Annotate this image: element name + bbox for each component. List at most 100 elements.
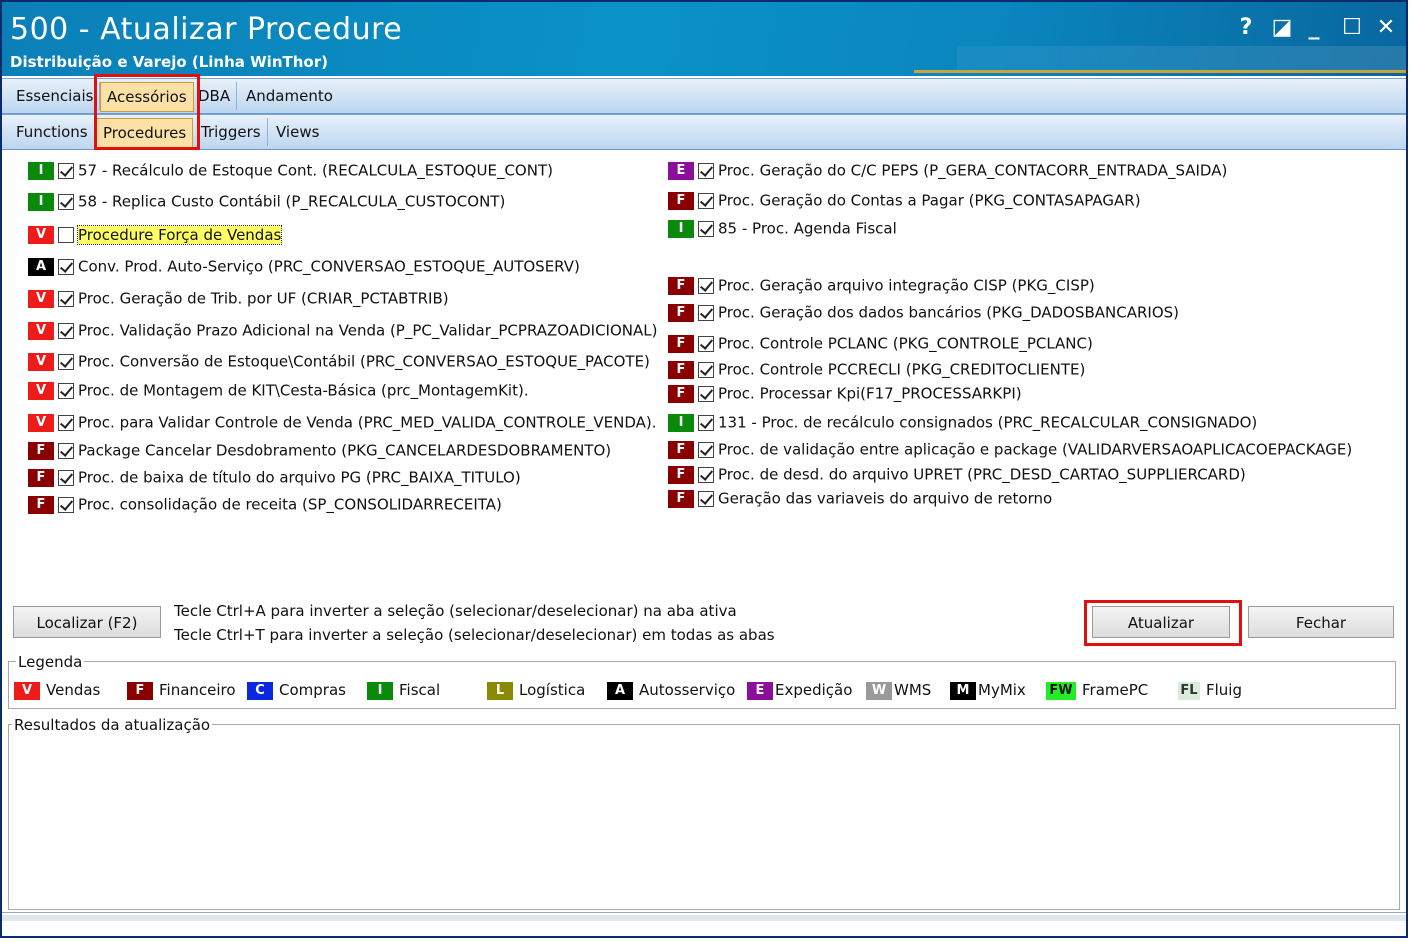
checkbox[interactable] (698, 385, 714, 402)
list-item[interactable]: F Proc. Geração arquivo integração CISP (… (668, 273, 1095, 297)
tab-acessorios[interactable]: Acessórios (100, 82, 194, 112)
legend-label: MyMix (978, 681, 1026, 699)
checkbox[interactable] (698, 414, 714, 431)
badge-financeiro: F (668, 191, 694, 210)
checkbox[interactable] (58, 193, 74, 210)
maximize-icon[interactable]: ☐ (1338, 14, 1366, 42)
checkbox[interactable] (698, 277, 714, 294)
legend-item: M MyMix (950, 679, 1026, 701)
list-item[interactable]: V Proc. Validação Prazo Adicional na Vend… (28, 318, 657, 342)
checkbox[interactable] (698, 490, 714, 507)
window-title: 500 - Atualizar Procedure (10, 12, 403, 47)
item-label: Proc. Geração do Contas a Pagar (PKG_CON… (718, 191, 1141, 210)
checkbox[interactable] (58, 382, 74, 399)
title-bar: 500 - Atualizar Procedure Distribuição e… (2, 2, 1406, 76)
list-item[interactable]: F Proc. de validação entre aplicação e pa… (668, 437, 1352, 461)
checkbox[interactable] (698, 335, 714, 352)
fechar-button[interactable]: Fechar (1248, 606, 1394, 638)
list-item[interactable]: I 85 - Proc. Agenda Fiscal (668, 216, 897, 240)
item-label: Conv. Prod. Auto-Serviço (PRC_CONVERSAO_… (78, 257, 580, 276)
list-item[interactable]: V Proc. Conversão de Estoque\Contábil (PR… (28, 349, 650, 373)
checkbox[interactable] (698, 361, 714, 378)
tab-triggers[interactable]: Triggers (195, 118, 268, 146)
list-item[interactable]: E Proc. Geração do C/C PEPS (P_GERA_CONTA… (668, 158, 1227, 182)
list-item[interactable]: V Proc. para Validar Controle de Venda (P… (28, 410, 657, 434)
checkbox[interactable] (58, 353, 74, 370)
atualizar-button[interactable]: Atualizar (1092, 606, 1230, 638)
localizar-button[interactable]: Localizar (F2) (13, 606, 161, 638)
close-icon[interactable]: ✕ (1372, 14, 1400, 42)
legend-label: FramePC (1082, 681, 1149, 699)
checkbox[interactable] (698, 441, 714, 458)
list-item[interactable]: F Proc. Geração dos dados bancários (PKG_… (668, 300, 1179, 324)
list-item[interactable]: F Proc. consolidação de receita (SP_CONSO… (28, 492, 502, 516)
list-item[interactable]: V Procedure Força de Vendas (28, 222, 283, 246)
badge-financeiro: F (668, 384, 694, 403)
checkbox[interactable] (698, 304, 714, 321)
checkbox[interactable] (698, 466, 714, 483)
badge-vendas: V (28, 225, 54, 244)
item-label: Proc. de validação entre aplicação e pac… (718, 440, 1353, 459)
list-item[interactable]: F Package Cancelar Desdobramento (PKG_CAN… (28, 438, 611, 462)
list-item[interactable]: F Proc. Controle PCCRECLI (PKG_CREDITOCLI… (668, 357, 1085, 381)
window-subtitle: Distribuição e Varejo (Linha WinThor) (10, 53, 328, 71)
legend-label: Financeiro (159, 681, 236, 699)
item-label: 131 - Proc. de recálculo consignados (PR… (718, 413, 1258, 432)
list-item[interactable]: V Proc. de Montagem de KIT\Cesta-Básica (… (28, 378, 529, 402)
list-item[interactable]: I 131 - Proc. de recálculo consignados (P… (668, 410, 1257, 434)
list-item[interactable]: I 57 - Recálculo de Estoque Cont. (RECALC… (28, 158, 553, 182)
hint-ctrl-t: Tecle Ctrl+T para inverter a seleção (se… (174, 626, 775, 644)
list-item[interactable]: F Proc. Controle PCLANC (PKG_CONTROLE_PCL… (668, 331, 1093, 355)
checkbox[interactable] (58, 290, 74, 307)
badge-financeiro: F (668, 440, 694, 459)
checkbox[interactable] (58, 496, 74, 513)
legend-item: L Logística (487, 679, 585, 701)
item-label: Proc. Geração dos dados bancários (PKG_D… (718, 303, 1180, 322)
tab-functions[interactable]: Functions (10, 118, 95, 146)
list-item[interactable]: F Proc. Processar Kpi(F17_PROCESSARKPI) (668, 381, 1022, 405)
checkbox[interactable] (698, 192, 714, 209)
legend-badge-icon: E (747, 681, 773, 700)
checkbox[interactable] (58, 322, 74, 339)
item-label: Proc. Conversão de Estoque\Contábil (PRC… (78, 352, 650, 371)
checkbox[interactable] (58, 442, 74, 459)
item-label: 58 - Replica Custo Contábil (P_RECALCULA… (78, 192, 506, 211)
minimize-icon[interactable]: _ (1300, 14, 1328, 42)
checkbox[interactable] (58, 162, 74, 179)
checkbox[interactable] (58, 414, 74, 431)
checkbox[interactable] (58, 226, 74, 243)
list-item[interactable]: I 58 - Replica Custo Contábil (P_RECALCUL… (28, 189, 505, 213)
tab-andamento[interactable]: Andamento (240, 82, 339, 110)
legend-label: WMS (894, 681, 932, 699)
legend-badge-icon: L (487, 681, 513, 700)
results-textarea[interactable] (8, 724, 1400, 910)
list-item[interactable]: F Geração das variaveis do arquivo de ret… (668, 486, 1052, 510)
badge-financeiro: F (668, 276, 694, 295)
legend-item: W WMS (866, 679, 931, 701)
checkbox[interactable] (698, 162, 714, 179)
title-bar-decoration (957, 46, 1406, 72)
list-item[interactable]: A Conv. Prod. Auto-Serviço (PRC_CONVERSAO… (28, 254, 580, 278)
legend-badge-icon: FL (1178, 681, 1200, 700)
restore-icon[interactable]: ◪ (1268, 14, 1296, 42)
list-item[interactable]: F Proc. de desd. do arquivo UPRET (PRC_DE… (668, 462, 1246, 486)
badge-financeiro: F (28, 441, 54, 460)
list-item[interactable]: V Proc. Geração de Trib. por UF (CRIAR_PC… (28, 286, 449, 310)
item-label: Proc. Controle PCCRECLI (PKG_CREDITOCLIE… (718, 360, 1086, 379)
legend-label: Fluig (1206, 681, 1242, 699)
checkbox[interactable] (58, 258, 74, 275)
list-item[interactable]: F Proc. de baixa de título do arquivo PG … (28, 465, 521, 489)
item-label: Geração das variaveis do arquivo de reto… (718, 489, 1053, 508)
legend-label: Autosserviço (639, 681, 736, 699)
tab-dba[interactable]: DBA (192, 82, 238, 110)
tab-procedures[interactable]: Procedures (96, 118, 194, 148)
legend-badge-icon: W (866, 681, 892, 700)
list-item[interactable]: F Proc. Geração do Contas a Pagar (PKG_CO… (668, 188, 1141, 212)
checkbox[interactable] (698, 220, 714, 237)
item-label: Proc. Validação Prazo Adicional na Venda… (78, 321, 658, 340)
checkbox[interactable] (58, 469, 74, 486)
tab-essenciais[interactable]: Essenciais (10, 82, 101, 110)
help-icon[interactable]: ? (1232, 14, 1260, 42)
tab-views[interactable]: Views (270, 118, 325, 146)
main-tab-bar: Essenciais Acessórios DBA Andamento (2, 78, 1406, 114)
